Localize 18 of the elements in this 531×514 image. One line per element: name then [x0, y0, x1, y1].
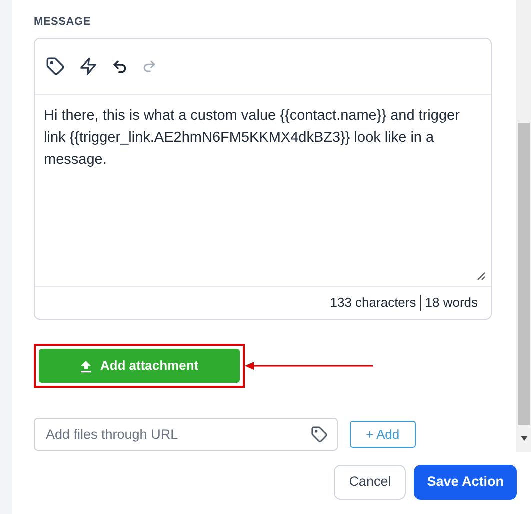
word-count: 18 words: [425, 294, 478, 312]
message-text-area[interactable]: Hi there, this is what a custom value {{contact.name}} and trigger link {{trigger_link.AE2hmN6FM5KKMX4dkBZ3}} look like in a message.: [35, 95, 491, 286]
upload-icon: [80, 360, 92, 372]
tag-icon[interactable]: [311, 426, 328, 443]
add-attachment-button[interactable]: Add attachment: [39, 349, 240, 383]
resize-handle-icon[interactable]: [477, 272, 485, 280]
save-button[interactable]: Save Action: [414, 465, 517, 500]
lightning-icon[interactable]: [79, 57, 98, 76]
url-field[interactable]: Add files through URL: [34, 418, 338, 451]
character-count: 133 characters: [330, 294, 416, 312]
section-label: MESSAGE: [34, 15, 92, 30]
scrollbar-thumb[interactable]: [518, 123, 530, 425]
undo-icon[interactable]: [112, 58, 128, 74]
tag-icon[interactable]: [46, 57, 65, 76]
scrollbar[interactable]: [517, 0, 531, 452]
add-button[interactable]: + Add: [350, 421, 416, 448]
scroll-down-icon[interactable]: [520, 436, 528, 441]
cancel-button[interactable]: Cancel: [334, 465, 406, 500]
